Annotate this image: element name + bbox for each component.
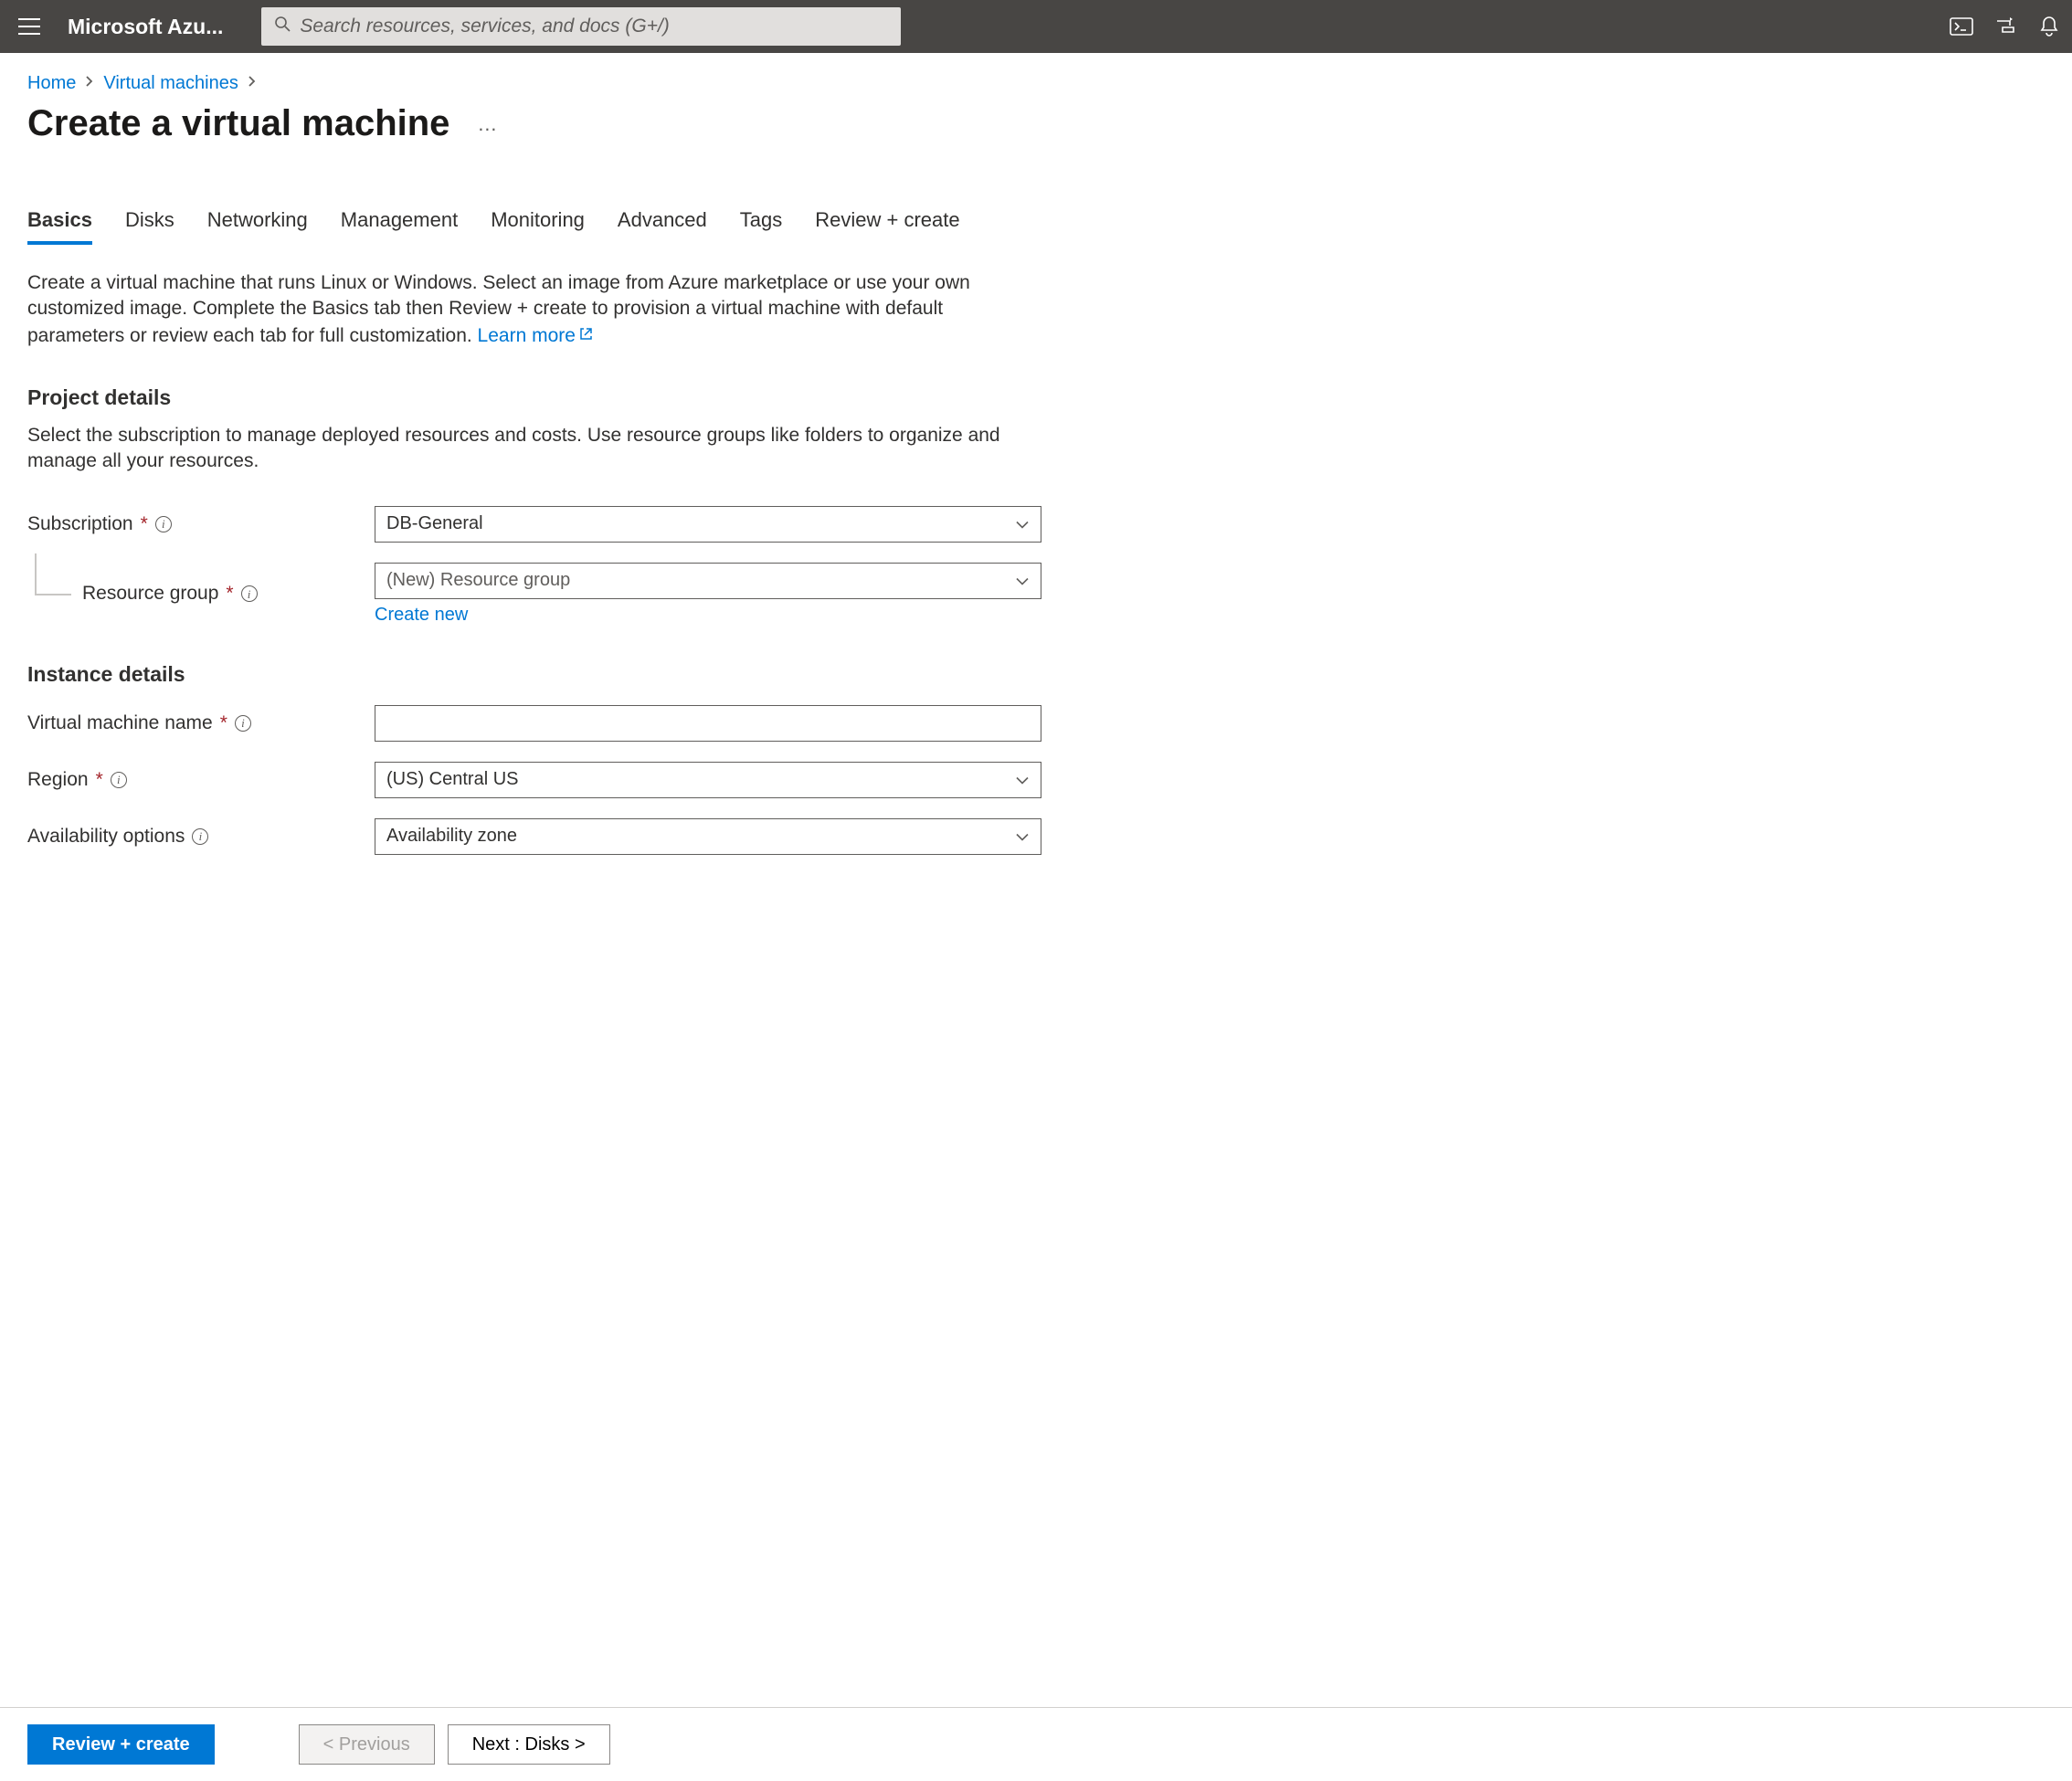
label-subscription: Subscription bbox=[27, 513, 133, 535]
tab-basics[interactable]: Basics bbox=[27, 208, 92, 245]
tab-review-create[interactable]: Review + create bbox=[815, 208, 959, 245]
tree-line-icon bbox=[35, 553, 71, 595]
breadcrumb-home[interactable]: Home bbox=[27, 73, 76, 94]
section-project-details-heading: Project details bbox=[27, 385, 2045, 410]
chevron-down-icon bbox=[1015, 769, 1030, 790]
chevron-down-icon bbox=[1015, 513, 1030, 534]
breadcrumb-virtual-machines[interactable]: Virtual machines bbox=[103, 73, 238, 94]
external-link-icon bbox=[579, 322, 593, 348]
info-icon[interactable]: i bbox=[111, 772, 127, 788]
tab-monitoring[interactable]: Monitoring bbox=[491, 208, 585, 245]
subscription-value: DB-General bbox=[386, 513, 483, 534]
required-asterisk: * bbox=[226, 583, 233, 605]
required-asterisk: * bbox=[141, 513, 148, 535]
page-title: Create a virtual machine bbox=[27, 103, 449, 144]
info-icon[interactable]: i bbox=[235, 715, 251, 732]
required-asterisk: * bbox=[96, 769, 103, 791]
subscription-select[interactable]: DB-General bbox=[375, 506, 1041, 543]
learn-more-link[interactable]: Learn more bbox=[478, 325, 593, 346]
tab-networking[interactable]: Networking bbox=[207, 208, 308, 245]
chevron-right-icon bbox=[85, 75, 94, 92]
wizard-tabs: Basics Disks Networking Management Monit… bbox=[27, 208, 2045, 245]
resource-group-select[interactable]: (New) Resource group bbox=[375, 563, 1041, 599]
intro-text: Create a virtual machine that runs Linux… bbox=[27, 270, 1032, 349]
review-create-button[interactable]: Review + create bbox=[27, 1724, 215, 1765]
chevron-right-icon bbox=[248, 75, 257, 92]
info-icon[interactable]: i bbox=[192, 828, 208, 845]
resource-group-value: (New) Resource group bbox=[386, 570, 570, 591]
label-region: Region bbox=[27, 769, 89, 791]
tab-tags[interactable]: Tags bbox=[740, 208, 782, 245]
tab-advanced[interactable]: Advanced bbox=[618, 208, 707, 245]
tab-management[interactable]: Management bbox=[341, 208, 458, 245]
brand-title: Microsoft Azu... bbox=[68, 15, 223, 39]
availability-options-select[interactable]: Availability zone bbox=[375, 818, 1041, 855]
search-input[interactable] bbox=[300, 16, 888, 37]
search-icon bbox=[274, 16, 291, 37]
notifications-icon[interactable] bbox=[2035, 13, 2063, 40]
info-icon[interactable]: i bbox=[155, 516, 172, 532]
menu-icon[interactable] bbox=[9, 6, 49, 47]
directory-switch-icon[interactable] bbox=[1992, 13, 2019, 40]
breadcrumb: Home Virtual machines bbox=[27, 73, 2045, 94]
region-select[interactable]: (US) Central US bbox=[375, 762, 1041, 798]
availability-value: Availability zone bbox=[386, 826, 517, 847]
wizard-footer: Review + create < Previous Next : Disks … bbox=[0, 1707, 2072, 1781]
chevron-down-icon bbox=[1015, 570, 1030, 591]
label-availability-options: Availability options bbox=[27, 826, 185, 848]
tab-disks[interactable]: Disks bbox=[125, 208, 174, 245]
label-resource-group: Resource group bbox=[82, 583, 218, 605]
section-instance-details-heading: Instance details bbox=[27, 662, 2045, 687]
chevron-down-icon bbox=[1015, 826, 1030, 847]
region-value: (US) Central US bbox=[386, 769, 518, 790]
info-icon[interactable]: i bbox=[241, 585, 258, 602]
label-vm-name: Virtual machine name bbox=[27, 712, 213, 734]
required-asterisk: * bbox=[220, 712, 227, 734]
global-search[interactable] bbox=[261, 7, 901, 46]
previous-button[interactable]: < Previous bbox=[299, 1724, 435, 1765]
top-bar: Microsoft Azu... bbox=[0, 0, 2072, 53]
next-button[interactable]: Next : Disks > bbox=[448, 1724, 610, 1765]
cloud-shell-icon[interactable] bbox=[1948, 13, 1975, 40]
section-project-details-desc: Select the subscription to manage deploy… bbox=[27, 423, 1032, 475]
create-new-resource-group-link[interactable]: Create new bbox=[375, 605, 468, 626]
more-actions-icon[interactable]: … bbox=[471, 107, 504, 142]
vm-name-input[interactable] bbox=[375, 705, 1041, 742]
